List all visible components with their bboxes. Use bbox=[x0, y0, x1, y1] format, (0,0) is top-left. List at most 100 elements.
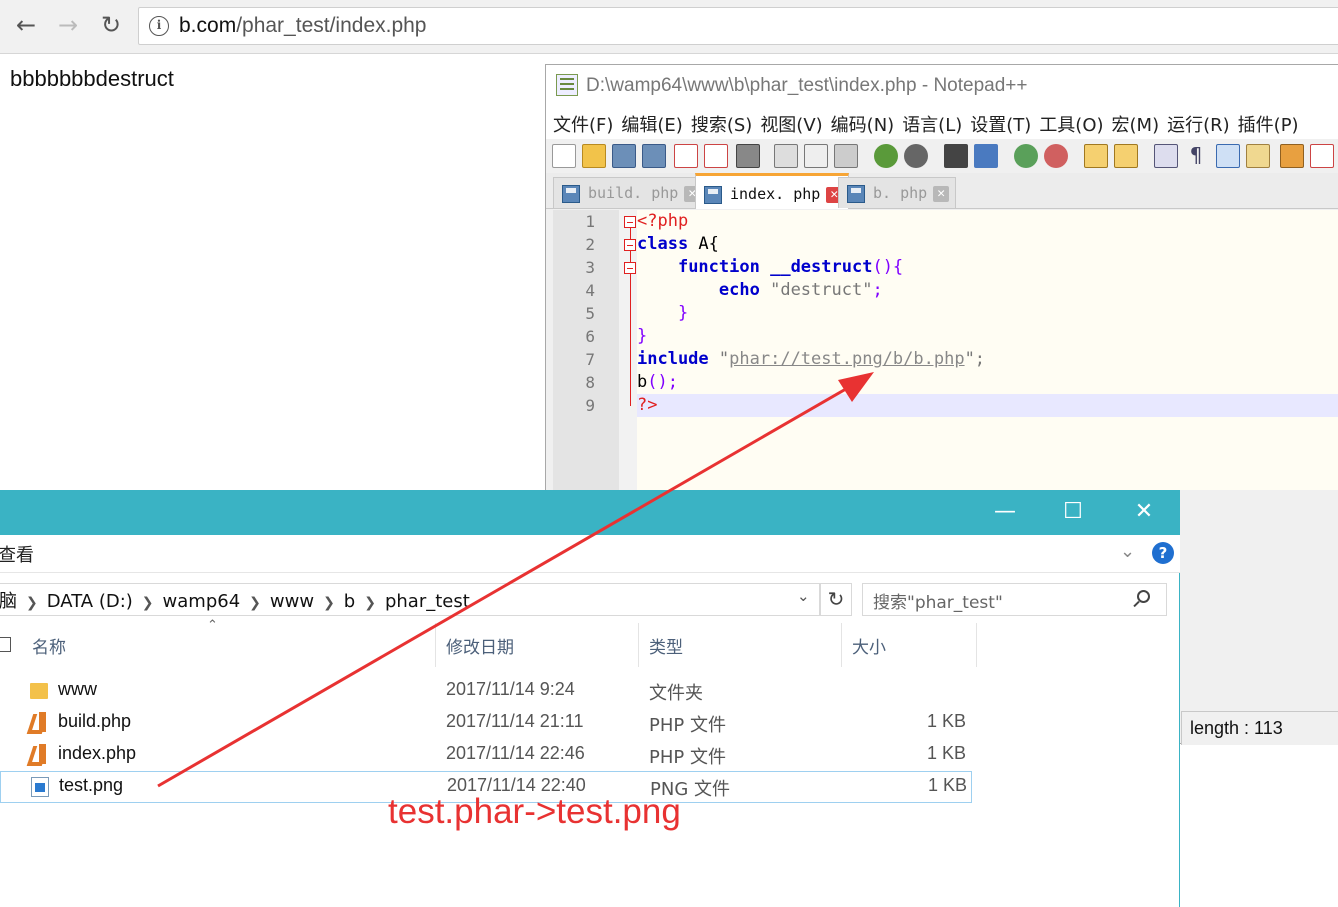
fold-toggle-icon[interactable] bbox=[624, 262, 636, 274]
file-row[interactable]: www 2017/11/14 9:24 文件夹 bbox=[0, 675, 972, 707]
close-icon[interactable]: ✕ bbox=[1124, 498, 1164, 526]
keyword: include bbox=[637, 349, 709, 369]
column-headers: 名称 修改日期 类型 大小 bbox=[0, 623, 980, 667]
code-line-6: } bbox=[637, 326, 648, 346]
menu-file[interactable]: 文件(F) bbox=[552, 109, 620, 139]
ribbon-tab-view[interactable]: 查看 bbox=[0, 541, 34, 567]
column-header-name[interactable]: 名称 bbox=[22, 623, 436, 667]
forward-arrow-icon[interactable]: → bbox=[52, 10, 84, 42]
sync-vertical-icon[interactable] bbox=[1084, 144, 1108, 168]
explorer-address-bar[interactable]: 脑 ❯ DATA (D:) ❯ wamp64 ❯ www ❯ b ❯ phar_test ⌄ bbox=[0, 583, 820, 616]
info-icon[interactable]: i bbox=[149, 16, 169, 36]
maximize-icon[interactable]: ☐ bbox=[1053, 498, 1093, 526]
map-icon[interactable] bbox=[1280, 144, 1304, 168]
function-list-icon[interactable] bbox=[1310, 144, 1334, 168]
paste-icon[interactable] bbox=[834, 144, 858, 168]
fold-toggle-icon[interactable] bbox=[624, 216, 636, 228]
code-text: ; bbox=[872, 280, 883, 300]
language-icon[interactable] bbox=[1246, 144, 1270, 168]
zoom-in-icon[interactable] bbox=[1014, 144, 1038, 168]
menu-settings[interactable]: 设置(T) bbox=[969, 109, 1038, 139]
new-file-icon[interactable] bbox=[552, 144, 576, 168]
file-size: 1 KB bbox=[926, 743, 966, 763]
column-header-size[interactable]: 大小 bbox=[842, 623, 977, 667]
save-icon[interactable] bbox=[612, 144, 636, 168]
line-number: 2 bbox=[585, 235, 595, 254]
breadcrumb-item[interactable]: www bbox=[270, 591, 314, 612]
chevron-down-icon[interactable]: ⌄ bbox=[1120, 541, 1135, 562]
menu-plugins[interactable]: 插件(P) bbox=[1237, 109, 1306, 139]
menu-language[interactable]: 语言(L) bbox=[901, 109, 969, 139]
reload-icon[interactable]: ↻ bbox=[95, 10, 127, 42]
file-name: test.png bbox=[59, 775, 124, 795]
copy-icon[interactable] bbox=[804, 144, 828, 168]
save-icon bbox=[704, 186, 722, 204]
phar-link[interactable]: phar://test.png/b/b.php bbox=[729, 349, 964, 369]
menu-search[interactable]: 搜索(S) bbox=[690, 109, 759, 139]
code-line-1: <?php bbox=[637, 211, 689, 231]
print-icon[interactable] bbox=[736, 144, 760, 168]
chevron-down-icon[interactable]: ⌄ bbox=[797, 587, 810, 605]
minimize-icon[interactable]: — bbox=[985, 498, 1025, 526]
keyword: class bbox=[637, 234, 689, 254]
show-all-chars-icon[interactable]: ¶ bbox=[1184, 144, 1208, 168]
menu-edit[interactable]: 编辑(E) bbox=[620, 109, 689, 139]
column-header-date[interactable]: 修改日期 bbox=[436, 623, 639, 667]
sync-horizontal-icon[interactable] bbox=[1114, 144, 1138, 168]
npp-menu-bar: 文件(F) 编辑(E) 搜索(S) 视图(V) 编码(N) 语言(L) 设置(T… bbox=[546, 109, 1338, 139]
function-name: __destruct bbox=[770, 257, 873, 277]
code-line-2: class A{ bbox=[637, 234, 719, 254]
undo-icon[interactable] bbox=[874, 144, 898, 168]
search-icon[interactable] bbox=[1137, 590, 1150, 603]
breadcrumb-item[interactable]: phar_test bbox=[385, 591, 470, 612]
open-file-icon[interactable] bbox=[582, 144, 606, 168]
close-all-icon[interactable] bbox=[704, 144, 728, 168]
column-header-type[interactable]: 类型 bbox=[639, 623, 842, 667]
chevron-right-icon: ❯ bbox=[249, 595, 261, 611]
tab-build-php[interactable]: build. php ✕ bbox=[553, 177, 708, 208]
url-text[interactable]: b.com/phar_test/index.php bbox=[179, 14, 427, 38]
back-arrow-icon[interactable]: ← bbox=[10, 10, 42, 42]
zoom-out-icon[interactable] bbox=[1044, 144, 1068, 168]
close-file-icon[interactable] bbox=[674, 144, 698, 168]
menu-encoding[interactable]: 编码(N) bbox=[830, 109, 902, 139]
fold-toggle-icon[interactable] bbox=[624, 239, 636, 251]
cut-icon[interactable] bbox=[774, 144, 798, 168]
address-bar[interactable]: i b.com/phar_test/index.php bbox=[138, 7, 1338, 45]
menu-macro[interactable]: 宏(M) bbox=[1111, 109, 1167, 139]
save-icon bbox=[562, 185, 580, 203]
explorer-title-bar: — ☐ ✕ bbox=[0, 490, 1180, 535]
save-all-icon[interactable] bbox=[642, 144, 666, 168]
breadcrumb-item[interactable]: DATA (D:) bbox=[47, 591, 133, 612]
breadcrumb-item[interactable]: b bbox=[344, 591, 355, 612]
tab-index-php[interactable]: index. php ✕ bbox=[695, 173, 850, 209]
file-row[interactable]: build.php 2017/11/14 21:11 PHP 文件 1 KB bbox=[0, 707, 972, 739]
breadcrumb-item[interactable]: 脑 bbox=[0, 591, 17, 612]
search-input[interactable]: 搜索"phar_test" bbox=[862, 583, 1167, 616]
code-line-4: echo "destruct"; bbox=[637, 280, 883, 300]
menu-run[interactable]: 运行(R) bbox=[1166, 109, 1237, 139]
file-size: 1 KB bbox=[926, 711, 966, 731]
status-length: length : 113 bbox=[1181, 711, 1338, 745]
line-number: 4 bbox=[585, 281, 595, 300]
indent-guide-icon[interactable] bbox=[1216, 144, 1240, 168]
file-row[interactable]: index.php 2017/11/14 22:46 PHP 文件 1 KB bbox=[0, 739, 972, 771]
breadcrumb-item[interactable]: wamp64 bbox=[163, 591, 241, 612]
word-wrap-icon[interactable] bbox=[1154, 144, 1178, 168]
menu-view[interactable]: 视图(V) bbox=[759, 109, 829, 139]
code-line-3: function __destruct(){ bbox=[637, 257, 903, 277]
close-tab-icon[interactable]: ✕ bbox=[933, 186, 950, 202]
help-icon[interactable]: ? bbox=[1152, 542, 1174, 564]
menu-tools[interactable]: 工具(O) bbox=[1038, 109, 1110, 139]
tab-label: build. php bbox=[588, 184, 679, 202]
page-output-text: bbbbbbbdestruct bbox=[10, 66, 174, 91]
file-name: index.php bbox=[58, 743, 137, 763]
code-text: b bbox=[637, 372, 648, 392]
find-icon[interactable] bbox=[944, 144, 968, 168]
redo-icon[interactable] bbox=[904, 144, 928, 168]
code-editor[interactable]: 1 2 3 4 5 6 7 8 9 <?php class A{ functio… bbox=[553, 210, 1338, 490]
string-literal: "destruct" bbox=[770, 280, 873, 300]
tab-b-php[interactable]: b. php ✕ bbox=[838, 177, 957, 208]
replace-icon[interactable] bbox=[974, 144, 998, 168]
refresh-icon[interactable]: ↻ bbox=[820, 583, 852, 616]
